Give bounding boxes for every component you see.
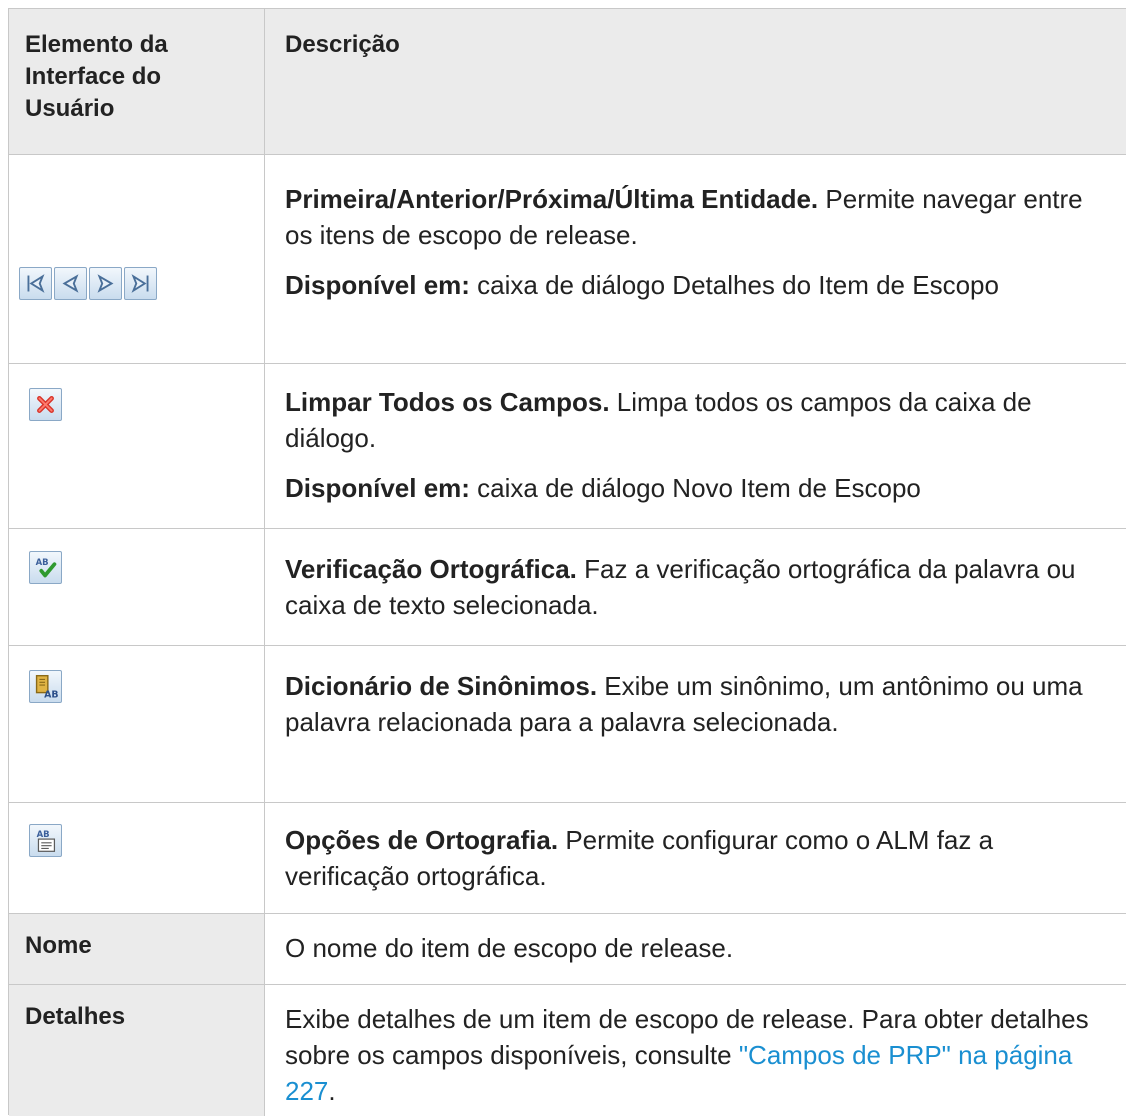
icon-cell: AB — [9, 646, 265, 802]
description-text: Opções de Ortografia. Permite configurar… — [285, 822, 1112, 894]
element-title: Primeira/Anterior/Próxima/Última Entidad… — [285, 184, 819, 214]
description-text: Limpar Todos os Campos. Limpa todos os c… — [285, 384, 1112, 456]
previous-entity-icon[interactable] — [54, 267, 87, 300]
description-cell: Opções de Ortografia. Permite configurar… — [265, 803, 1126, 913]
description-text: Verificação Ortográfica. Faz a verificaç… — [285, 551, 1112, 623]
icon-cell — [9, 364, 265, 528]
description-cell: Dicionário de Sinônimos. Exibe um sinôni… — [265, 646, 1126, 802]
availability-text: Disponível em: caixa de diálogo Novo Ite… — [285, 470, 1112, 506]
icon-cell: AB — [9, 529, 265, 645]
svg-text:AB: AB — [36, 557, 49, 567]
availability-label: Disponível em: — [285, 270, 470, 300]
ui-elements-table: Elemento da Interface do Usuário Descriç… — [8, 8, 1126, 1116]
thesaurus-icon[interactable]: AB — [29, 670, 62, 703]
description-text: Primeira/Anterior/Próxima/Última Entidad… — [285, 181, 1112, 253]
element-title: Verificação Ortográfica. — [285, 554, 577, 584]
icon-cell: AB — [9, 803, 265, 913]
availability-text: Disponível em: caixa de diálogo Detalhes… — [285, 267, 1112, 303]
table-row: Primeira/Anterior/Próxima/Última Entidad… — [9, 155, 1126, 364]
availability-label: Disponível em: — [285, 473, 470, 503]
field-name-cell: Detalhes — [9, 985, 265, 1116]
table-header-row: Elemento da Interface do Usuário Descriç… — [9, 9, 1126, 155]
table-row: Detalhes Exibe detalhes de um item de es… — [9, 985, 1126, 1116]
table-row: AB Verificação Ortográfica. Faz a verifi… — [9, 529, 1126, 646]
header-ui-element: Elemento da Interface do Usuário — [9, 9, 265, 154]
header-ui-element-label: Elemento da Interface do Usuário — [25, 31, 168, 122]
description-cell: O nome do item de escopo de release. — [265, 914, 1126, 984]
header-description: Descrição — [265, 9, 1126, 154]
description-cell: Limpar Todos os Campos. Limpa todos os c… — [265, 364, 1126, 528]
svg-text:AB: AB — [44, 689, 58, 700]
table-row: Nome O nome do item de escopo de release… — [9, 914, 1126, 985]
field-name-cell: Nome — [9, 914, 265, 984]
last-entity-icon[interactable] — [124, 267, 157, 300]
icon-cell — [9, 155, 265, 363]
availability-value: caixa de diálogo Novo Item de Escopo — [477, 473, 921, 503]
field-name-label: Nome — [25, 932, 92, 959]
table-row: Limpar Todos os Campos. Limpa todos os c… — [9, 364, 1126, 529]
next-entity-icon[interactable] — [89, 267, 122, 300]
description-cell: Exibe detalhes de um item de escopo de r… — [265, 985, 1126, 1116]
first-entity-icon[interactable] — [19, 267, 52, 300]
element-title: Opções de Ortografia. — [285, 825, 559, 855]
availability-value: caixa de diálogo Detalhes do Item de Esc… — [477, 270, 999, 300]
element-title: Dicionário de Sinônimos. — [285, 671, 598, 701]
spell-check-icon[interactable]: AB — [29, 551, 62, 584]
description-cell: Primeira/Anterior/Próxima/Última Entidad… — [265, 155, 1126, 363]
table-row: AB Opções de Ortografia. Permite configu… — [9, 803, 1126, 914]
header-description-label: Descrição — [285, 31, 400, 58]
description-text: Dicionário de Sinônimos. Exibe um sinôni… — [285, 668, 1112, 740]
description-cell: Verificação Ortográfica. Faz a verificaç… — [265, 529, 1126, 645]
table-row: AB Dicionário de Sinônimos. Exibe um sin… — [9, 646, 1126, 803]
spelling-options-icon[interactable]: AB — [29, 824, 62, 857]
description-suffix: . — [328, 1076, 336, 1106]
element-title: Limpar Todos os Campos. — [285, 387, 610, 417]
clear-all-fields-icon[interactable] — [29, 388, 62, 421]
field-name-label: Detalhes — [25, 1003, 126, 1030]
description-text: Exibe detalhes de um item de escopo de r… — [285, 1001, 1112, 1109]
svg-text:AB: AB — [37, 829, 50, 839]
element-description: O nome do item de escopo de release. — [285, 933, 734, 963]
